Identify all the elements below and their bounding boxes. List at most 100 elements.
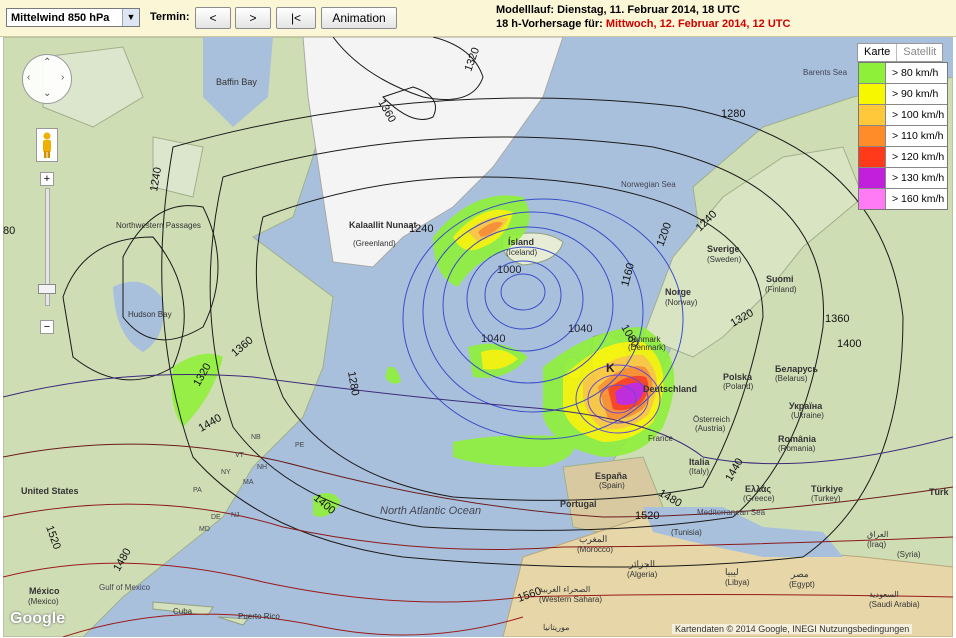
legend-label: > 90 km/h <box>892 88 939 100</box>
animation-button[interactable]: Animation <box>321 7 397 29</box>
legend-label: > 160 km/h <box>892 193 945 205</box>
model-run-info: Modelllauf: Dienstag, 11. Februar 2014, … <box>496 4 740 16</box>
label-mauritania-ar: موريتانيا <box>543 623 569 632</box>
label-austria: (Austria) <box>695 424 726 433</box>
label-deutschland: Deutschland <box>643 384 697 394</box>
label-sverige: Sverige <box>707 244 740 254</box>
legend-swatch <box>859 126 886 146</box>
zoom-slider-thumb[interactable] <box>38 284 56 294</box>
label-hudson-bay: Hudson Bay <box>128 310 172 319</box>
contour-label-1040-b: 1040 <box>568 323 592 335</box>
pan-down-icon[interactable]: ⌄ <box>43 88 51 99</box>
zoom-out-button[interactable]: − <box>40 320 54 334</box>
product-select-value: Mittelwind 850 hPa <box>11 12 110 24</box>
label-mexico-en: (Mexico) <box>28 597 59 606</box>
label-saudi: (Saudi Arabia) <box>869 600 920 609</box>
label-spain: (Spain) <box>599 481 625 490</box>
label-suomi: Suomi <box>766 274 794 284</box>
label-kalaallit: Kalaallit Nunaat <box>349 220 417 230</box>
state-pa: PA <box>193 487 202 494</box>
label-finland: (Finland) <box>765 285 797 294</box>
legend-swatch <box>859 147 886 167</box>
label-romania: România <box>778 434 817 444</box>
label-iraq-ar: العراق <box>867 530 888 539</box>
chevron-down-icon[interactable]: ▼ <box>122 9 139 26</box>
label-libya: (Libya) <box>725 578 750 587</box>
contour-label-1280-ne: 1280 <box>721 108 745 120</box>
contour-label-1040-a: 1040 <box>481 333 505 345</box>
legend-swatch <box>859 84 886 104</box>
label-espana: España <box>595 471 628 481</box>
label-morocco: (Morocco) <box>577 545 613 554</box>
first-button[interactable]: |< <box>276 7 316 29</box>
label-osterreich: Österreich <box>693 415 730 424</box>
label-iceland: (Iceland) <box>506 248 537 257</box>
label-morocco-ar: المغرب <box>579 534 607 545</box>
label-belarus-en: (Belarus) <box>775 374 808 383</box>
legend-swatch <box>859 105 886 125</box>
tab-satellit[interactable]: Satellit <box>896 44 942 61</box>
label-turkey: Türkiye <box>811 484 843 494</box>
label-france: France <box>648 434 673 443</box>
label-libya-ar: ليبيا <box>725 567 739 577</box>
legend-swatch <box>859 63 886 83</box>
map-type-tabs: Karte Satellit <box>857 43 944 62</box>
label-algeria: (Algeria) <box>627 570 658 579</box>
pan-control[interactable]: ⌃ ⌄ ‹ › <box>22 54 72 104</box>
label-egypt: (Egypt) <box>789 580 815 589</box>
label-western-sahara-ar: الصحراء الغربية <box>539 585 590 594</box>
label-belarus: Беларусь <box>775 364 818 374</box>
legend-row: > 100 km/h <box>859 105 947 126</box>
label-united-states: United States <box>21 486 79 496</box>
label-iraq: (Iraq) <box>867 540 886 549</box>
label-baffin-bay: Baffin Bay <box>216 77 257 87</box>
caribbean-islands <box>152 601 250 626</box>
label-egypt-ar: مصر <box>790 569 809 580</box>
google-logo: Google <box>10 610 66 627</box>
forecast-valid-time: Mittwoch, 12. Februar 2014, 12 UTC <box>605 18 791 30</box>
toolbar: Mittelwind 850 hPa ▼ Termin: < > |< Anim… <box>0 0 956 37</box>
contour-label-edge: 80 <box>3 225 15 237</box>
label-tunisia: (Tunisia) <box>671 528 702 537</box>
legend-row: > 90 km/h <box>859 84 947 105</box>
label-algeria-ar: الجزائر <box>628 559 655 570</box>
legend-row: > 120 km/h <box>859 147 947 168</box>
tab-karte[interactable]: Karte <box>858 44 896 61</box>
legend-label: > 100 km/h <box>892 109 945 121</box>
label-polska: Polska <box>723 372 753 382</box>
label-romania-en: (Romania) <box>778 444 816 453</box>
label-greece: (Greece) <box>743 494 775 503</box>
contour-label-1240-g: 1240 <box>409 223 433 235</box>
label-island: Ísland <box>508 237 534 247</box>
label-italy: (Italy) <box>689 467 709 476</box>
state-ma: MA <box>243 479 254 486</box>
legend-swatch <box>859 168 886 188</box>
contour-label-1200: 1200 <box>655 221 675 248</box>
label-syria: (Syria) <box>897 550 921 559</box>
zoom-in-button[interactable]: + <box>40 172 54 186</box>
pan-right-icon[interactable]: › <box>61 72 64 83</box>
legend-label: > 130 km/h <box>892 172 945 184</box>
wind-legend: > 80 km/h > 90 km/h > 100 km/h > 110 km/h > … <box>858 62 948 210</box>
next-button[interactable]: > <box>235 7 271 29</box>
label-ukraine: Україна <box>789 401 823 411</box>
forecast-info: 18 h-Vorhersage für: Mittwoch, 12. Febru… <box>496 18 790 30</box>
prev-button[interactable]: < <box>195 7 231 29</box>
state-de: DE <box>211 514 221 521</box>
product-select[interactable]: Mittelwind 850 hPa ▼ <box>6 8 140 27</box>
pan-up-icon[interactable]: ⌃ <box>43 57 51 68</box>
legend-label: > 80 km/h <box>892 67 939 79</box>
label-norge: Norge <box>665 287 691 297</box>
legend-row: > 160 km/h <box>859 189 947 209</box>
label-greenland: (Greenland) <box>353 239 396 248</box>
label-western-sahara: (Western Sahara) <box>539 595 602 604</box>
label-turkey-en: (Turkey) <box>811 494 841 503</box>
pegman-icon[interactable] <box>36 128 58 162</box>
pan-left-icon[interactable]: ‹ <box>27 72 30 83</box>
contour-label-1520-e: 1520 <box>635 510 659 522</box>
forecast-prefix: 18 h-Vorhersage für: <box>496 18 606 30</box>
contour-label-1400-e: 1400 <box>837 338 861 350</box>
map-canvas[interactable]: Baffin Bay Kalaallit Nunaat (Greenland) … <box>3 37 953 637</box>
contour-label-1280-w: 1280 <box>345 370 361 396</box>
label-sweden: (Sweden) <box>707 255 742 264</box>
